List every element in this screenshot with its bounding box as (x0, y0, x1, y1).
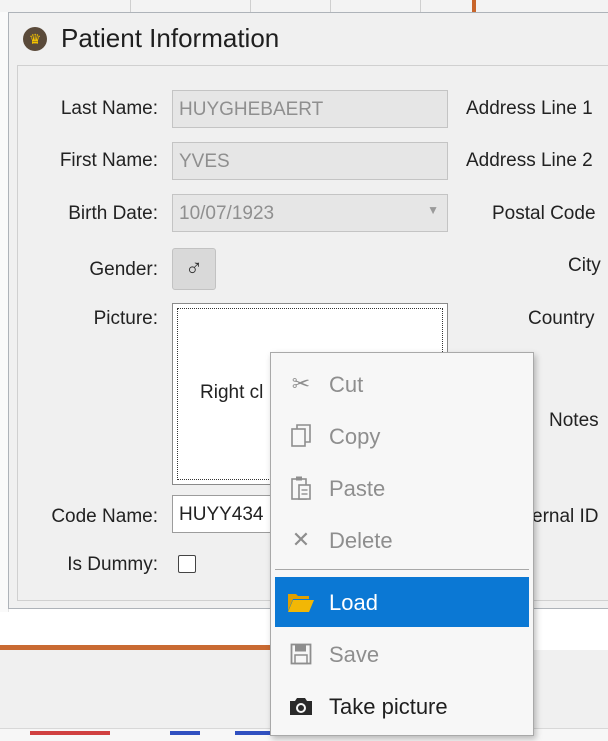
menu-item-delete[interactable]: ✕ Delete (275, 515, 529, 565)
code-name-label: Code Name: (51, 506, 158, 527)
menu-item-label: Load (329, 590, 378, 615)
last-name-field[interactable]: HUYGHEBAERT (172, 90, 448, 128)
address-line-1-label: Address Line 1 (466, 98, 593, 119)
menu-item-cut[interactable]: ✂ Cut (275, 359, 529, 409)
camera-icon (287, 693, 315, 719)
postal-code-label: Postal Code (492, 203, 596, 224)
first-name-field[interactable]: YVES (172, 142, 448, 180)
menu-separator (275, 569, 529, 570)
copy-icon (287, 423, 315, 449)
menu-item-label: Delete (329, 528, 393, 553)
address-line-2-label: Address Line 2 (466, 150, 593, 171)
external-id-label: ernal ID (532, 506, 599, 527)
paste-icon (287, 475, 315, 501)
code-name-field[interactable]: HUYY434 (172, 495, 282, 533)
delete-x-icon: ✕ (291, 527, 311, 552)
picture-label: Picture: (93, 308, 158, 329)
city-label: City (568, 255, 601, 276)
menu-item-paste[interactable]: Paste (275, 463, 529, 513)
menu-item-label: Cut (329, 372, 364, 397)
floppy-disk-icon (287, 641, 315, 667)
is-dummy-label: Is Dummy: (67, 554, 158, 575)
gender-label: Gender: (89, 259, 158, 280)
menu-item-save[interactable]: Save (275, 629, 529, 679)
menu-item-label: Copy (329, 424, 381, 449)
folder-open-icon (287, 589, 315, 615)
picture-context-menu: ✂ Cut Copy Paste ✕ Delete Load Save Take… (270, 352, 534, 736)
is-dummy-checkbox[interactable] (178, 555, 196, 573)
male-symbol-icon: ♂ (185, 255, 203, 282)
menu-item-label: Paste (329, 476, 386, 501)
country-label: Country (528, 308, 595, 329)
gender-toggle-button[interactable]: ♂ (172, 248, 216, 290)
menu-item-load[interactable]: Load (275, 577, 529, 627)
menu-item-label: Save (329, 642, 380, 667)
birth-date-label: Birth Date: (68, 203, 158, 224)
menu-item-label: Take picture (329, 694, 448, 719)
notes-label: Notes (549, 410, 599, 431)
scissors-icon: ✂ (291, 371, 311, 396)
birth-date-picker[interactable]: 10/07/1923 ▼ (172, 194, 448, 232)
picture-hint-text: Right cl (200, 382, 264, 403)
birth-date-value: 10/07/1923 (179, 203, 275, 224)
chevron-down-icon[interactable]: ▼ (427, 203, 439, 217)
menu-item-copy[interactable]: Copy (275, 411, 529, 461)
first-name-label: First Name: (59, 150, 158, 171)
menu-item-take-picture[interactable]: Take picture (275, 681, 529, 731)
last-name-label: Last Name: (60, 98, 158, 119)
